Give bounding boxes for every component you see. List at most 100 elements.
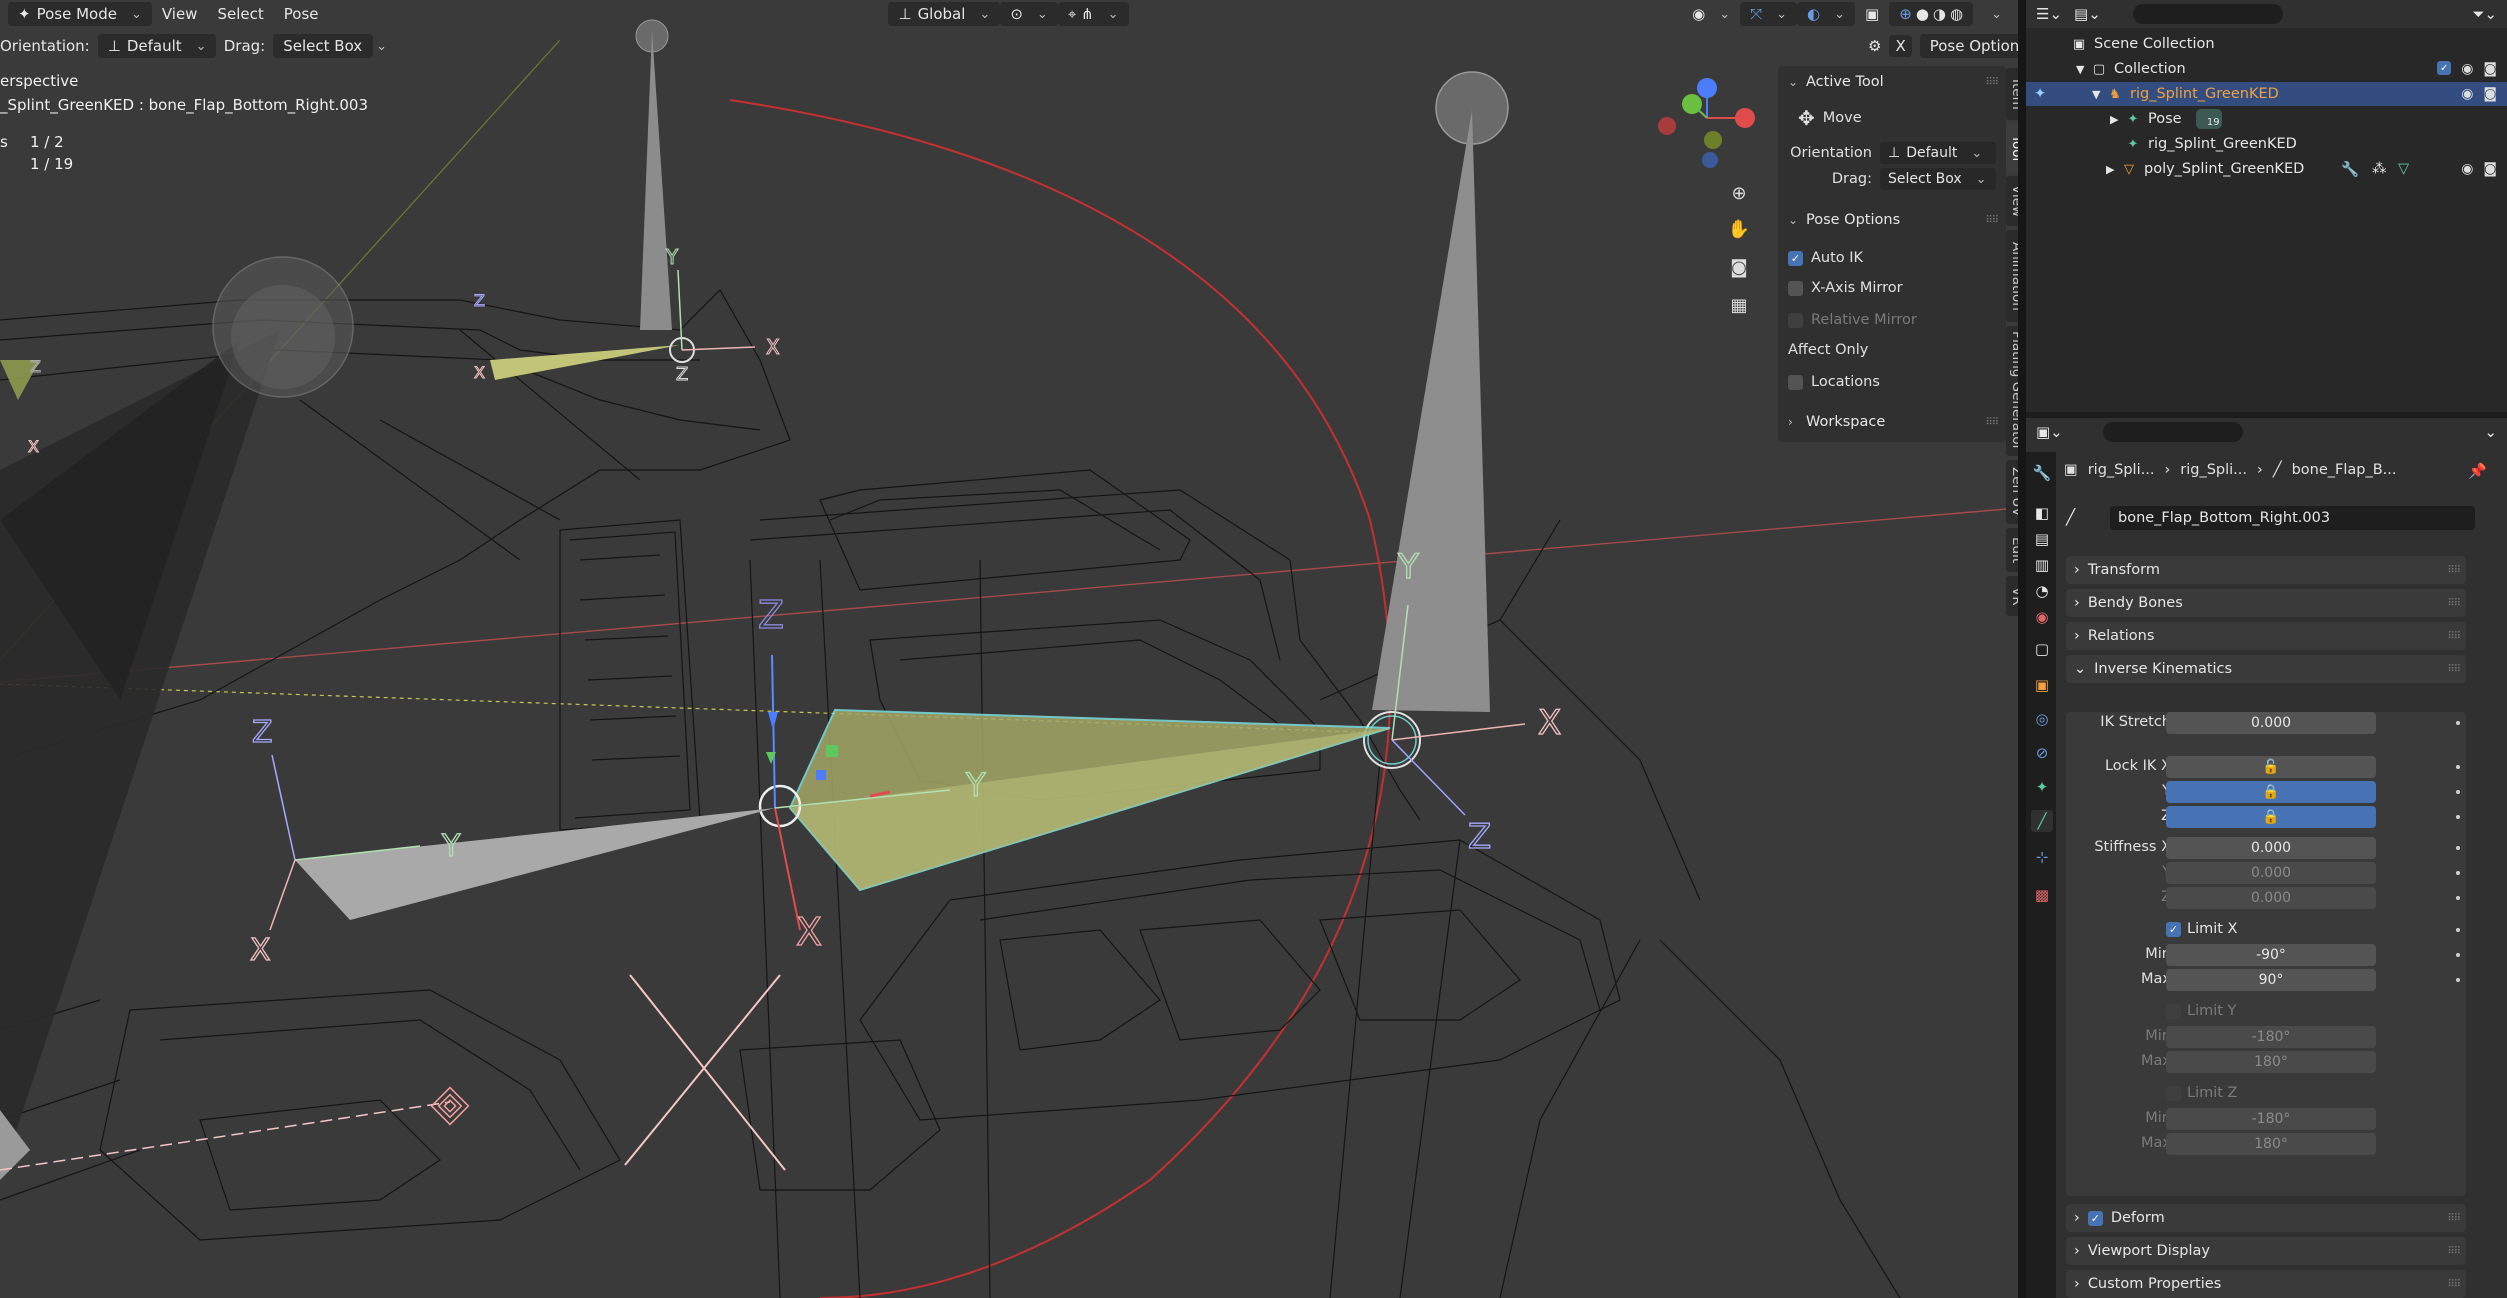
keyframe-dot-icon[interactable] (2456, 721, 2460, 725)
keyframe-dot-icon[interactable] (2456, 978, 2460, 982)
vertex-groups-icon[interactable]: ⁂ (2372, 161, 2387, 177)
xray-toggle[interactable]: ▣ (1855, 2, 1889, 26)
tab-plating-generator[interactable]: Plating Generator (2006, 326, 2018, 456)
outliner-row-armature-data[interactable]: ✦ rig_Splint_GreenKED (2026, 132, 2507, 156)
panel-deform[interactable]: › ✓ Deform ⠿⠿ (2066, 1204, 2466, 1232)
pan-hand-icon[interactable]: ✋ (1724, 214, 1754, 244)
stiffness-x-field[interactable]: 0.000 (2166, 837, 2376, 859)
output-tab-icon[interactable]: ▤ (2031, 528, 2053, 550)
grip-icon[interactable]: ⠿⠿ (2447, 598, 2461, 609)
editor-type-icon[interactable]: ▣⌄ (2036, 423, 2063, 441)
grip-icon[interactable]: ⠿⠿ (2447, 1246, 2461, 1257)
panel-inverse-kinematics[interactable]: ⌄ Inverse Kinematics ⠿⠿ (2066, 655, 2466, 683)
workspace-header[interactable]: › Workspace ⠿⠿ (1778, 410, 2006, 434)
3d-viewport[interactable]: Z X Y Y X Z Z Y X Y X Z Z X Z X ✦ Pose M… (0, 0, 2018, 1298)
grip-icon[interactable]: ⠿⠿ (2447, 664, 2461, 675)
tab-edit[interactable]: Edit (2006, 528, 2018, 572)
menu-pose[interactable]: Pose (274, 2, 329, 26)
breadcrumb-bone[interactable]: bone_Flap_B... (2292, 462, 2397, 478)
mode-selector[interactable]: ✦ Pose Mode (8, 2, 152, 26)
world-tab-icon[interactable]: ◉ (2031, 606, 2053, 628)
pin-icon[interactable]: 📌 (2468, 462, 2487, 480)
editor-type-icon[interactable]: ☰⌄ (2036, 5, 2062, 23)
active-tool-header[interactable]: ⌄ Active Tool ⠿⠿ (1778, 70, 2006, 94)
gizmo-toggle[interactable]: ⤧ (1740, 2, 1798, 26)
chevron-right-icon[interactable]: ▶ (2106, 163, 2120, 176)
bone-constraints-tab-icon[interactable]: ⊹ (2031, 846, 2053, 868)
pivot-point-dropdown[interactable]: ⊙ (1000, 2, 1058, 26)
pose-options-header[interactable]: ⌄ Pose Options ⠿⠿ (1778, 208, 2006, 232)
tab-tool[interactable]: Tool (2006, 124, 2018, 172)
collection-tab-icon[interactable]: ▢ (2031, 638, 2053, 660)
area-divider[interactable] (2018, 0, 2026, 1298)
chevron-right-icon[interactable]: ▶ (2110, 113, 2124, 126)
checkbox-checked-icon[interactable]: ✓ (2437, 61, 2452, 75)
relative-mirror-checkbox[interactable]: Relative Mirror (1778, 308, 2006, 332)
drag-dropdown[interactable]: Select Box (273, 34, 374, 58)
panel-transform[interactable]: › Transform ⠿⠿ (2066, 556, 2466, 584)
render-tab-icon[interactable]: ◧ (2031, 502, 2053, 524)
rendered-shading-icon[interactable]: ◍ (1950, 5, 1963, 23)
tab-zen-uv[interactable]: Zen UV (2006, 460, 2018, 524)
breadcrumb-object[interactable]: rig_Spli... (2088, 462, 2155, 478)
limit-z-min-field[interactable]: -180° (2166, 1108, 2376, 1130)
grip-icon[interactable]: ⠿⠿ (2447, 565, 2461, 576)
keyframe-dot-icon[interactable] (2456, 790, 2460, 794)
tab-view[interactable]: View (2006, 176, 2018, 226)
panel-viewport-display[interactable]: › Viewport Display ⠿⠿ (2066, 1237, 2466, 1265)
lock-ik-y-toggle[interactable]: 🔒 (2166, 781, 2376, 803)
eye-icon[interactable]: ◉ (2461, 86, 2473, 102)
stiffness-z-field[interactable]: 0.000 (2166, 887, 2376, 909)
orientation-dropdown[interactable]: ⊥ Default (97, 34, 216, 58)
panel-relations[interactable]: › Relations ⠿⠿ (2066, 622, 2466, 650)
tab-item[interactable]: Item (2006, 68, 2018, 120)
checkbox-checked-icon[interactable]: ✓ (2087, 1210, 2103, 1226)
keyframe-dot-icon[interactable] (2456, 928, 2460, 932)
viewport-scene[interactable]: Z X Y Y X Z Z Y X Y X Z Z X Z X (0, 0, 2018, 1298)
properties-search-input[interactable] (2102, 422, 2243, 442)
tab-vr[interactable]: VR (2006, 576, 2018, 616)
grip-icon[interactable]: ⠿⠿ (2447, 1213, 2461, 1224)
grip-icon[interactable]: ⠿⠿ (2447, 631, 2461, 642)
outliner-row-poly[interactable]: ▶ ▽ poly_Splint_GreenKED 🔧 ⁂ ▽ ◉ ◙ (2026, 157, 2507, 181)
armature-data-tab-icon[interactable]: ✦ (2031, 776, 2053, 798)
panel-custom-properties[interactable]: › Custom Properties ⠿⠿ (2066, 1270, 2466, 1298)
keyframe-dot-icon[interactable] (2456, 871, 2460, 875)
zoom-icon[interactable]: ⊕ (1724, 178, 1754, 208)
modifier-wrench-icon[interactable]: 🔧 (2341, 161, 2359, 178)
outliner-row-rig[interactable]: ✦ ▼ ♞ rig_Splint_GreenKED ◉ ◙ (2026, 82, 2507, 106)
x-axis-mirror-checkbox[interactable]: X-Axis Mirror (1778, 276, 2006, 300)
eye-icon[interactable]: ◉ (2461, 61, 2473, 77)
material-shading-icon[interactable]: ◑ (1933, 5, 1946, 23)
limit-x-max-field[interactable]: 90° (2166, 969, 2376, 991)
grip-icon[interactable]: ⠿⠿ (2447, 1279, 2461, 1290)
chevron-down-icon[interactable]: ▼ (2076, 63, 2090, 76)
wireframe-shading-icon[interactable]: ⊕ (1899, 5, 1912, 23)
outliner-row-pose[interactable]: ▶ ✦ Pose 19 (2026, 107, 2507, 131)
shading-options[interactable] (1973, 2, 2012, 26)
chevron-down-icon[interactable]: ▼ (2092, 88, 2106, 101)
limit-y-checkbox[interactable]: Limit Y (2166, 1003, 2236, 1019)
outliner-row-scene-collection[interactable]: ▣ Scene Collection (2026, 32, 2507, 56)
grip-icon[interactable]: ⠿⠿ (1985, 417, 1999, 428)
pose-options-dropdown[interactable]: Pose Options (1919, 34, 2018, 58)
x-mirror-button[interactable]: X (1889, 35, 1912, 57)
move-tool-row[interactable]: ✥ Move (1778, 104, 2006, 132)
bone-name-field[interactable]: bone_Flap_Bottom_Right.003 (2110, 506, 2475, 530)
camera-icon[interactable]: ◙ (2483, 61, 2497, 77)
keyframe-dot-icon[interactable] (2456, 953, 2460, 957)
texture-tab-icon[interactable]: ▩ (2031, 884, 2053, 906)
chevron-down-icon[interactable]: ⌄ (2484, 423, 2497, 441)
mesh-data-icon[interactable]: ▽ (2398, 161, 2409, 177)
np-drag-dropdown[interactable]: Select Box (1880, 168, 1996, 190)
camera-icon[interactable]: ◙ (2483, 86, 2497, 102)
limit-x-min-field[interactable]: -90° (2166, 944, 2376, 966)
np-orientation-dropdown[interactable]: ⊥ Default (1880, 142, 1996, 164)
limit-y-min-field[interactable]: -180° (2166, 1026, 2376, 1048)
panel-bendy-bones[interactable]: › Bendy Bones ⠿⠿ (2066, 589, 2466, 617)
limit-z-checkbox[interactable]: Limit Z (2166, 1085, 2238, 1101)
eye-icon[interactable]: ◉ (2461, 161, 2473, 177)
grip-icon[interactable]: ⠿⠿ (1985, 215, 1999, 226)
tool-tab-icon[interactable]: 🔧 (2031, 462, 2053, 484)
keyframe-dot-icon[interactable] (2456, 896, 2460, 900)
